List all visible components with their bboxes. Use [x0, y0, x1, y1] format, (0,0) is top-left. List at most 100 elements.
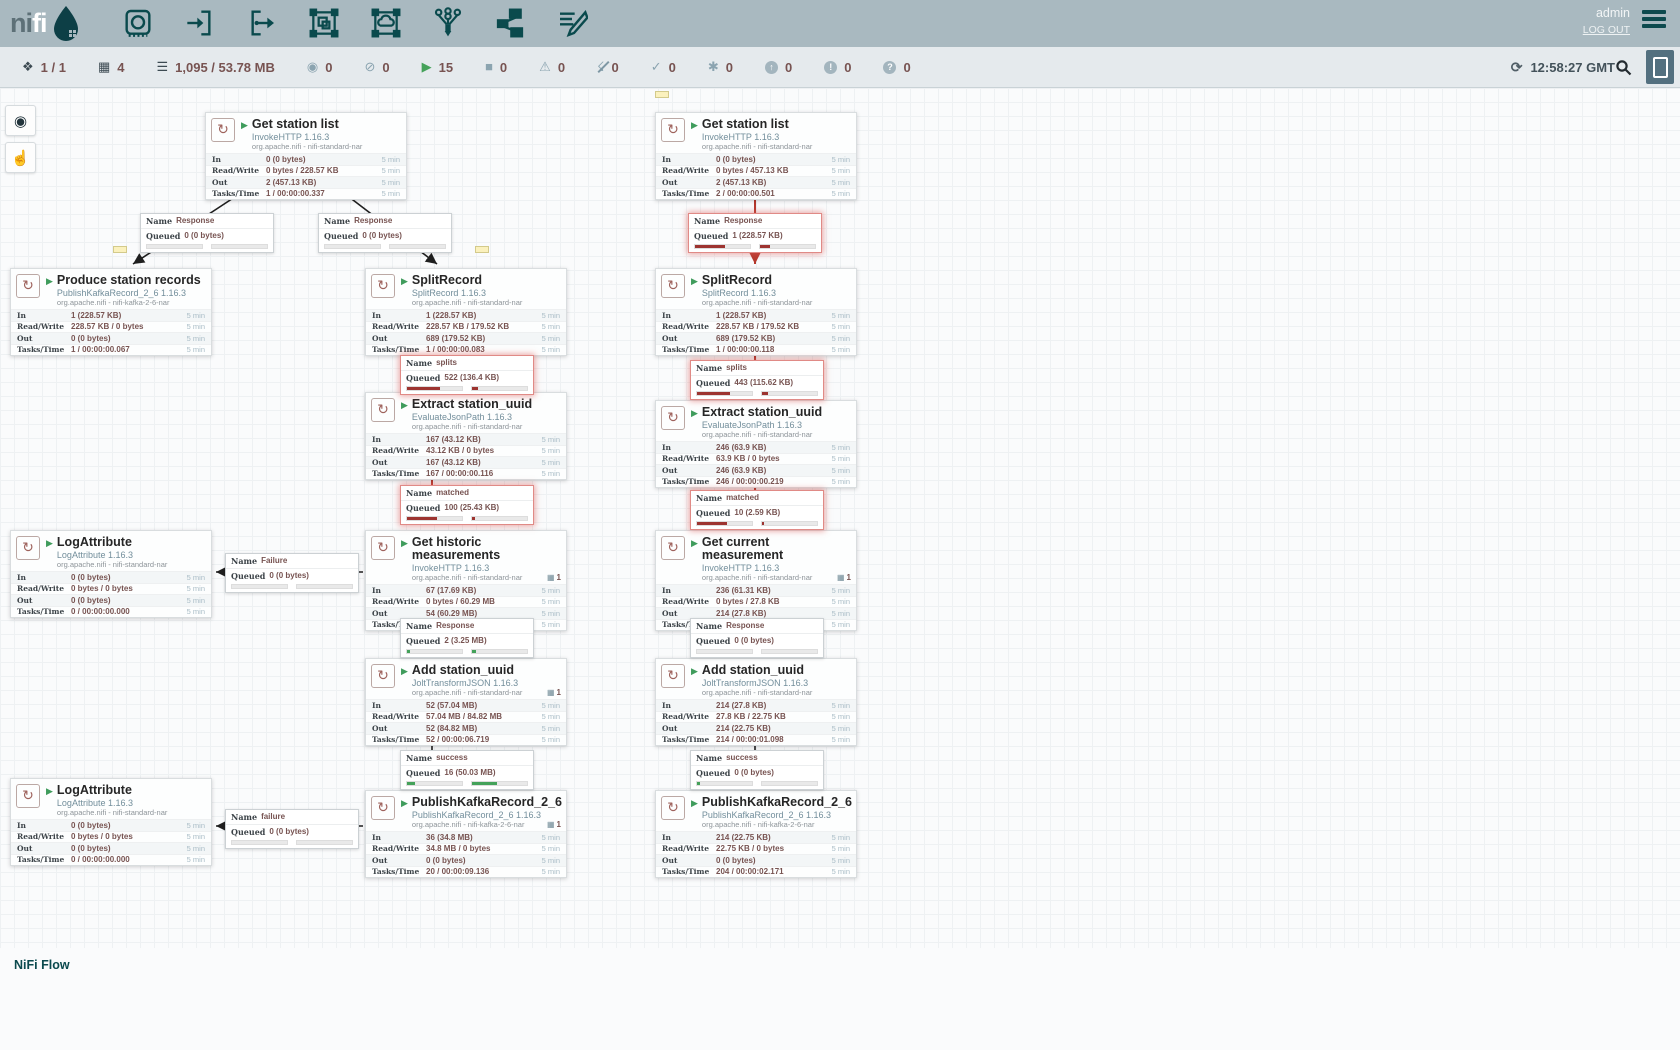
operate-palette-button[interactable]: ☝	[5, 142, 36, 173]
processor-publishkafkarecord-mid[interactable]: ↻ ▶ PublishKafkaRecord_2_6 PublishKafkaR…	[365, 790, 567, 878]
stat-window: 5 min	[832, 477, 850, 486]
stat-value: 0 (0 bytes)	[266, 155, 382, 164]
connection-label[interactable]: Name matched Queued 10 (2.59 KB)	[690, 490, 824, 530]
status-count: 15	[439, 60, 453, 75]
processor-publishkafkarecord-right[interactable]: ↻ ▶ PublishKafkaRecord_2_6 PublishKafkaR…	[655, 790, 857, 878]
refresh-icon[interactable]: ⟳	[1511, 59, 1523, 76]
navigate-palette-button[interactable]: ◉	[5, 105, 36, 136]
running-status-icon: ▶	[691, 666, 698, 697]
breadcrumb[interactable]: NiFi Flow	[14, 958, 70, 972]
stat-window: 5 min	[542, 856, 560, 865]
connection-label[interactable]: Name success Queued 0 (0 bytes)	[690, 750, 824, 790]
backpressure-bars	[401, 648, 533, 657]
stat-value: 52 (57.04 MB)	[426, 701, 542, 710]
processor-type: InvokeHTTP 1.16.3	[412, 563, 561, 573]
canvas-label[interactable]	[475, 246, 489, 253]
processor-extract-station-uuid-mid[interactable]: ↻ ▶ Extract station_uuid EvaluateJsonPat…	[365, 392, 567, 480]
funnel-icon[interactable]	[430, 5, 466, 41]
processor-type-icon: ↻	[16, 274, 40, 298]
connection-label[interactable]: Name Failure Queued 0 (0 bytes)	[225, 553, 359, 593]
connection-label[interactable]: Name success Queued 16 (50.03 MB)	[400, 750, 534, 790]
stat-row: Tasks/Time 246 / 00:00:00.219 5 min	[656, 476, 856, 488]
stat-row: Read/Write 0 bytes / 27.8 KB 5 min	[656, 596, 856, 608]
canvas-label[interactable]	[113, 246, 127, 253]
cluster-icon: ❖	[22, 60, 34, 74]
status-count: 4	[117, 60, 124, 75]
process-group-icon[interactable]	[306, 5, 342, 41]
connection-name: Response	[354, 216, 392, 226]
stale-indicator: ↑0	[765, 60, 792, 75]
processor-type: SplitRecord 1.16.3	[702, 288, 851, 298]
stat-row: Out 0 (0 bytes) 5 min	[366, 854, 566, 866]
stat-window: 5 min	[542, 345, 560, 354]
connection-name-key: Name	[324, 216, 350, 226]
connection-label[interactable]: Name Response Queued 2 (3.25 MB)	[400, 618, 534, 658]
connection-name: failure	[261, 812, 285, 822]
stat-window: 5 min	[832, 586, 850, 595]
stat-row: Read/Write 0 bytes / 60.29 MB 5 min	[366, 596, 566, 608]
panel-toggle-button[interactable]	[1646, 50, 1674, 84]
processor-splitrecord-right[interactable]: ↻ ▶ SplitRecord SplitRecord 1.16.3 org.a…	[655, 268, 857, 356]
stat-value: 43.12 KB / 0 bytes	[426, 446, 542, 455]
connection-label[interactable]: Name failure Queued 0 (0 bytes)	[225, 809, 359, 849]
stat-window: 5 min	[187, 345, 205, 354]
processor-get-station-list-left[interactable]: ↻ ▶ Get station list InvokeHTTP 1.16.3 o…	[205, 112, 407, 200]
processor-get-station-list-right[interactable]: ↻ ▶ Get station list InvokeHTTP 1.16.3 o…	[655, 112, 857, 200]
status-count: 0	[903, 60, 910, 75]
label-icon[interactable]	[554, 5, 590, 41]
stat-row: Tasks/Time 0 / 00:00:00.000 5 min	[11, 606, 211, 618]
object-threshold-bar	[146, 244, 203, 249]
connection-name-key: Name	[406, 358, 432, 368]
connection-name: Response	[726, 621, 764, 631]
stat-value: 689 (179.52 KB)	[716, 334, 832, 343]
processor-stats: In 1 (228.57 KB) 5 min Read/Write 228.57…	[656, 309, 856, 355]
stat-row: Tasks/Time 0 / 00:00:00.000 5 min	[11, 854, 211, 866]
input-port-icon[interactable]	[182, 5, 218, 41]
stat-row: In 1 (228.57 KB) 5 min	[11, 309, 211, 321]
stat-row: Out 689 (179.52 KB) 5 min	[656, 332, 856, 344]
stat-row: Read/Write 0 bytes / 0 bytes 5 min	[11, 831, 211, 843]
processor-type-icon: ↻	[16, 536, 40, 560]
template-icon[interactable]	[492, 5, 528, 41]
remote-process-group-icon[interactable]	[368, 5, 404, 41]
stat-window: 5 min	[542, 844, 560, 853]
connection-label[interactable]: Name Response Queued 0 (0 bytes)	[690, 618, 824, 658]
connection-label[interactable]: Name matched Queued 100 (25.43 KB)	[400, 485, 534, 525]
canvas-label[interactable]	[655, 91, 669, 98]
connection-label[interactable]: Name Response Queued 0 (0 bytes)	[140, 213, 274, 253]
connection-label[interactable]: Name splits Queued 443 (115.62 KB)	[690, 360, 824, 400]
processor-splitrecord-mid[interactable]: ↻ ▶ SplitRecord SplitRecord 1.16.3 org.a…	[365, 268, 567, 356]
flow-canvas[interactable]: ◉ ☝ ↻ ▶ Get station list InvokeHTTP 1.16…	[0, 88, 1680, 948]
global-menu-icon[interactable]	[1642, 10, 1666, 28]
logout-link[interactable]: LOG OUT	[1583, 24, 1630, 36]
stat-label: Read/Write	[372, 712, 426, 721]
queued-value: 0 (0 bytes)	[269, 571, 309, 581]
sync-failure-indicator: ?0	[883, 60, 910, 75]
stat-label: In	[372, 701, 426, 710]
connection-label[interactable]: Name Response Queued 0 (0 bytes)	[318, 213, 452, 253]
search-icon[interactable]	[1615, 59, 1632, 76]
size-threshold-bar	[761, 521, 818, 526]
stat-value: 34.8 MB / 0 bytes	[426, 844, 542, 853]
stat-label: In	[372, 311, 426, 320]
processor-logattribute-bottom[interactable]: ↻ ▶ LogAttribute LogAttribute 1.16.3 org…	[10, 778, 212, 866]
processor-get-historic-measurements[interactable]: ↻ ▶ Get historic measurements InvokeHTTP…	[365, 530, 567, 631]
connection-label[interactable]: Name Response Queued 1 (228.57 KB)	[688, 213, 822, 253]
processor-produce-station-records[interactable]: ↻ ▶ Produce station records PublishKafka…	[10, 268, 212, 356]
processor-add-station-uuid-right[interactable]: ↻ ▶ Add station_uuid JoltTransformJSON 1…	[655, 658, 857, 746]
processor-name: PublishKafkaRecord_2_6	[702, 796, 851, 809]
stat-row: Tasks/Time 1 / 00:00:00.118 5 min	[656, 344, 856, 356]
output-port-icon[interactable]	[244, 5, 280, 41]
processor-get-current-measurement[interactable]: ↻ ▶ Get current measurement InvokeHTTP 1…	[655, 530, 857, 631]
processor-name: Get current measurement	[702, 536, 851, 562]
size-threshold-bar	[211, 244, 268, 249]
backpressure-bars	[141, 243, 273, 252]
stat-label: Read/Write	[372, 446, 426, 455]
running-status-icon: ▶	[401, 276, 408, 307]
processor-add-station-uuid-mid[interactable]: ↻ ▶ Add station_uuid JoltTransformJSON 1…	[365, 658, 567, 746]
connection-label[interactable]: Name splits Queued 522 (136.4 KB)	[400, 355, 534, 395]
processor-extract-station-uuid-right[interactable]: ↻ ▶ Extract station_uuid EvaluateJsonPat…	[655, 400, 857, 488]
processor-logattribute-top[interactable]: ↻ ▶ LogAttribute LogAttribute 1.16.3 org…	[10, 530, 212, 618]
processor-icon[interactable]	[120, 5, 156, 41]
queued-value: 0 (0 bytes)	[734, 768, 774, 778]
